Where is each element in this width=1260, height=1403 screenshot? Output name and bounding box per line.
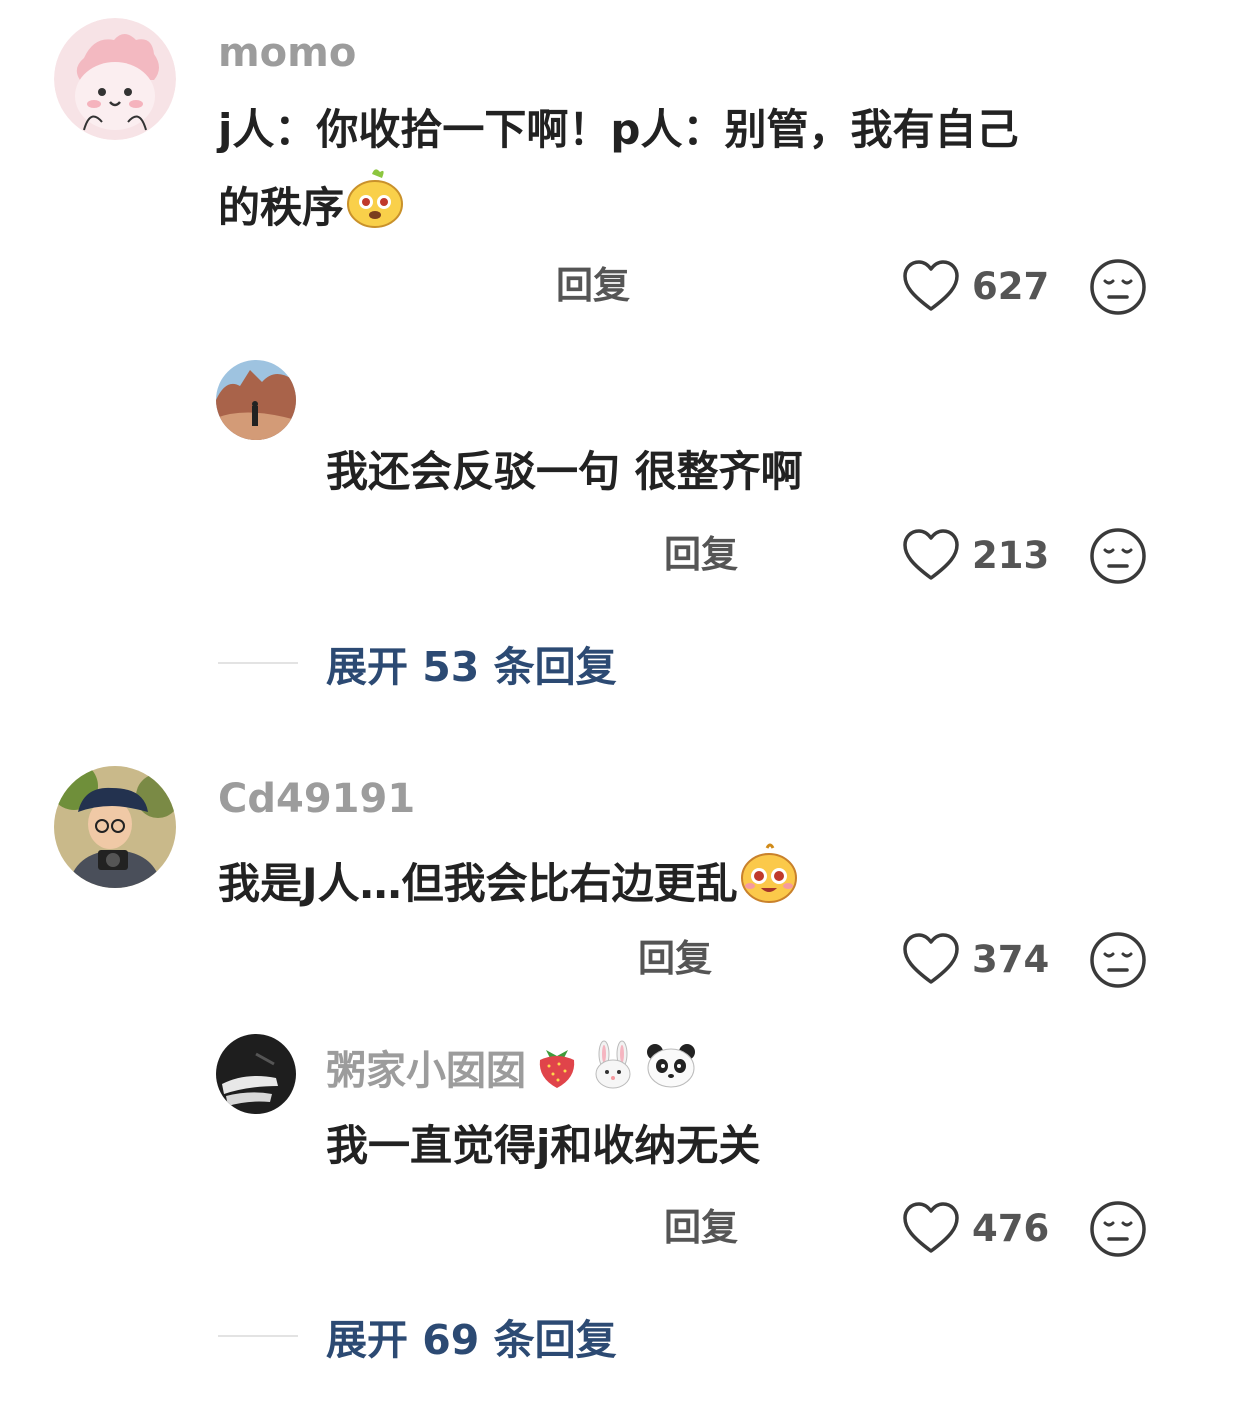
expand-replies-row[interactable]: 展开 53 条回复 [218,635,617,691]
like-button[interactable]: 476 [902,1198,1054,1258]
like-count: 374 [972,937,1050,981]
heart-outline-icon [903,1202,959,1253]
sticker-emoji-icon [740,842,798,926]
neutral-face-icon [1090,259,1146,315]
avatar[interactable] [216,360,296,440]
heart-outline-icon [903,529,959,580]
comment-text: 我是J人…但我会比右边更乱 [218,842,798,926]
dislike-button[interactable] [1088,526,1148,586]
like-button[interactable]: 213 [902,525,1054,585]
like-count: 213 [972,533,1050,577]
avatar[interactable] [54,18,176,140]
reply-text: 我还会反驳一句 很整齐啊 [326,447,803,496]
username-text: 粥家小囡囡 [326,1048,526,1094]
rabbit-face-icon [588,1040,638,1102]
expand-replies-link[interactable]: 展开 69 条回复 [326,1306,617,1366]
comment-text-line: 我是J人…但我会比右边更乱 [218,859,738,908]
comment-text: j人：你收拾一下啊！p人：别管，我有自己 的秩序 [218,94,1018,250]
like-button[interactable]: 374 [902,929,1054,989]
reply-button[interactable]: 回复 [664,532,738,578]
dislike-button[interactable] [1088,257,1148,317]
divider-line [218,1335,298,1337]
sticker-emoji-icon [346,166,404,250]
expand-replies-link[interactable]: 展开 53 条回复 [326,633,617,693]
dislike-button[interactable] [1088,930,1148,990]
username[interactable]: momo [218,28,356,78]
comment-text-line-2: 的秩序 [218,183,345,232]
neutral-face-icon [1090,1201,1146,1257]
like-count: 627 [972,264,1050,308]
heart-outline-icon [903,933,959,984]
comment-text-line: 的秩序 [218,166,1018,250]
like-count: 476 [972,1206,1050,1250]
reply-button[interactable]: 回复 [638,936,712,982]
neutral-face-icon [1090,528,1146,584]
dislike-button[interactable] [1088,1199,1148,1259]
expand-replies-row[interactable]: 展开 69 条回复 [218,1308,617,1364]
strawberry-icon [532,1040,582,1102]
username[interactable]: 粥家小囡囡 [326,1040,698,1102]
divider-line [218,662,298,664]
avatar[interactable] [54,766,176,888]
reply-button[interactable]: 回复 [664,1205,738,1251]
heart-outline-icon [903,260,959,311]
avatar[interactable] [216,1034,296,1114]
reply-text: 我一直觉得j和收纳无关 [326,1121,761,1170]
like-button[interactable]: 627 [902,256,1054,316]
neutral-face-icon [1090,932,1146,988]
reply-button[interactable]: 回复 [556,263,630,309]
username[interactable]: Cd49191 [218,774,415,824]
comment-text-line: j人：你收拾一下啊！p人：别管，我有自己 [218,105,1019,154]
panda-face-icon [644,1040,698,1102]
